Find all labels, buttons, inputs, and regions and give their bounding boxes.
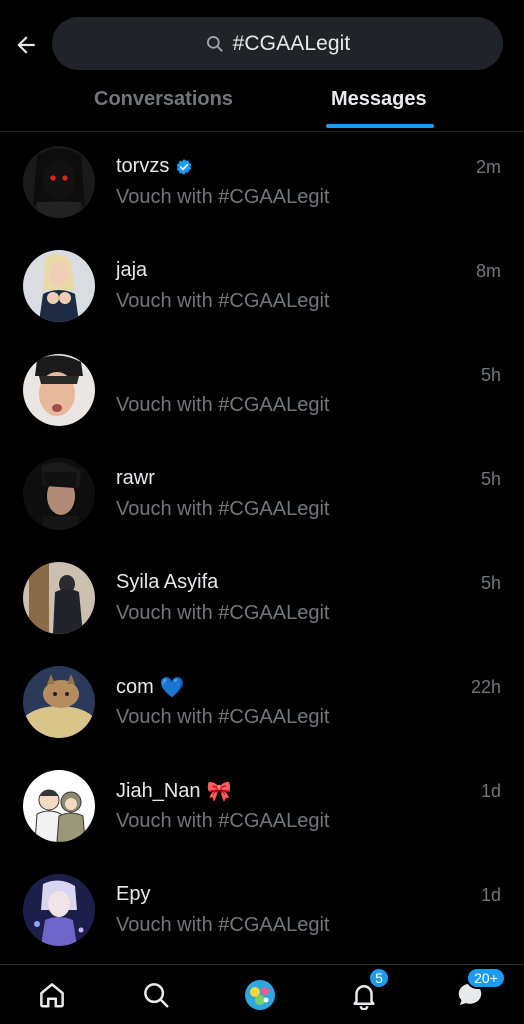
message-time: 5h	[480, 573, 501, 593]
avatar	[23, 666, 95, 738]
list-item[interactable]: Epy Vouch with #CGAALegit 1d	[0, 860, 524, 964]
nav-home[interactable]	[36, 979, 68, 1011]
avatar	[23, 146, 95, 218]
list-item[interactable]: Jiah_Nan 🎀 Vouch with #CGAALegit 1d	[0, 756, 524, 860]
message-preview: Vouch with #CGAALegit	[116, 602, 330, 624]
contact-name: Syila Asyifa	[116, 571, 219, 593]
back-button[interactable]	[10, 29, 42, 61]
avatar	[23, 250, 95, 322]
message-time: 2m	[475, 157, 501, 177]
active-tab-indicator	[326, 124, 434, 128]
message-time: 5h	[480, 365, 501, 385]
message-time: 1d	[480, 885, 501, 905]
nav-messages[interactable]: 20+	[454, 967, 506, 1011]
search-query: #CGAALegit	[232, 31, 351, 55]
bottom-nav: 5 20+	[0, 964, 524, 1024]
contact-name: jaja	[116, 259, 148, 281]
message-list: torvzs Vouch with #CGAALegit 2m jaja Vou…	[0, 132, 524, 964]
contact-name: com 💙	[116, 676, 185, 699]
avatar	[23, 874, 95, 946]
search-input[interactable]: #CGAALegit	[52, 17, 503, 70]
message-time: 5h	[480, 469, 501, 489]
nav-notifications[interactable]: 5	[348, 967, 390, 1011]
avatar	[23, 458, 95, 530]
tab-messages[interactable]: Messages	[331, 88, 427, 111]
notifications-badge: 5	[368, 967, 390, 989]
message-preview: Vouch with #CGAALegit	[116, 290, 330, 312]
home-icon	[40, 983, 64, 1008]
message-preview: Vouch with #CGAALegit	[116, 810, 330, 832]
message-preview: Vouch with #CGAALegit	[116, 706, 330, 728]
contact-name: Jiah_Nan 🎀	[116, 780, 232, 803]
list-item[interactable]: Syila Asyifa Vouch with #CGAALegit 5h	[0, 548, 524, 652]
search-icon	[144, 983, 169, 1008]
message-time: 22h	[470, 677, 501, 697]
message-preview: Vouch with #CGAALegit	[116, 186, 330, 208]
message-time: 8m	[475, 261, 501, 281]
list-item[interactable]: rawr Vouch with #CGAALegit 5h	[0, 444, 524, 548]
verified-badge-icon	[177, 158, 192, 175]
tab-conversations[interactable]: Conversations	[94, 88, 233, 111]
avatar	[23, 770, 95, 842]
avatar	[23, 354, 95, 426]
search-icon	[206, 35, 223, 52]
list-item[interactable]: Vouch with #CGAALegit 5h	[0, 340, 524, 444]
nav-search[interactable]	[140, 979, 172, 1011]
tab-bar: Conversations Messages	[0, 78, 524, 130]
message-time: 1d	[480, 781, 501, 801]
nav-grok[interactable]	[244, 979, 276, 1011]
header: #CGAALegit Conversations Messages	[0, 0, 524, 132]
blue-heart-emoji: 💙	[159, 677, 185, 699]
dm-search-screen: #CGAALegit Conversations Messages torvzs…	[0, 0, 524, 1024]
messages-badge: 20+	[466, 967, 506, 989]
message-preview: Vouch with #CGAALegit	[116, 914, 330, 936]
list-item[interactable]: jaja Vouch with #CGAALegit 8m	[0, 236, 524, 340]
contact-name: rawr	[116, 467, 155, 489]
message-preview: Vouch with #CGAALegit	[116, 498, 330, 520]
contact-name: Epy	[116, 883, 151, 905]
message-preview: Vouch with #CGAALegit	[116, 394, 330, 416]
list-item[interactable]: torvzs Vouch with #CGAALegit 2m	[0, 132, 524, 236]
colorful-app-icon	[245, 980, 275, 1010]
avatar	[23, 562, 95, 634]
contact-name: torvzs	[116, 155, 193, 178]
ribbon-emoji: 🎀	[206, 781, 232, 803]
arrow-left-icon	[17, 36, 35, 54]
list-item[interactable]: com 💙 Vouch with #CGAALegit 22h	[0, 652, 524, 756]
